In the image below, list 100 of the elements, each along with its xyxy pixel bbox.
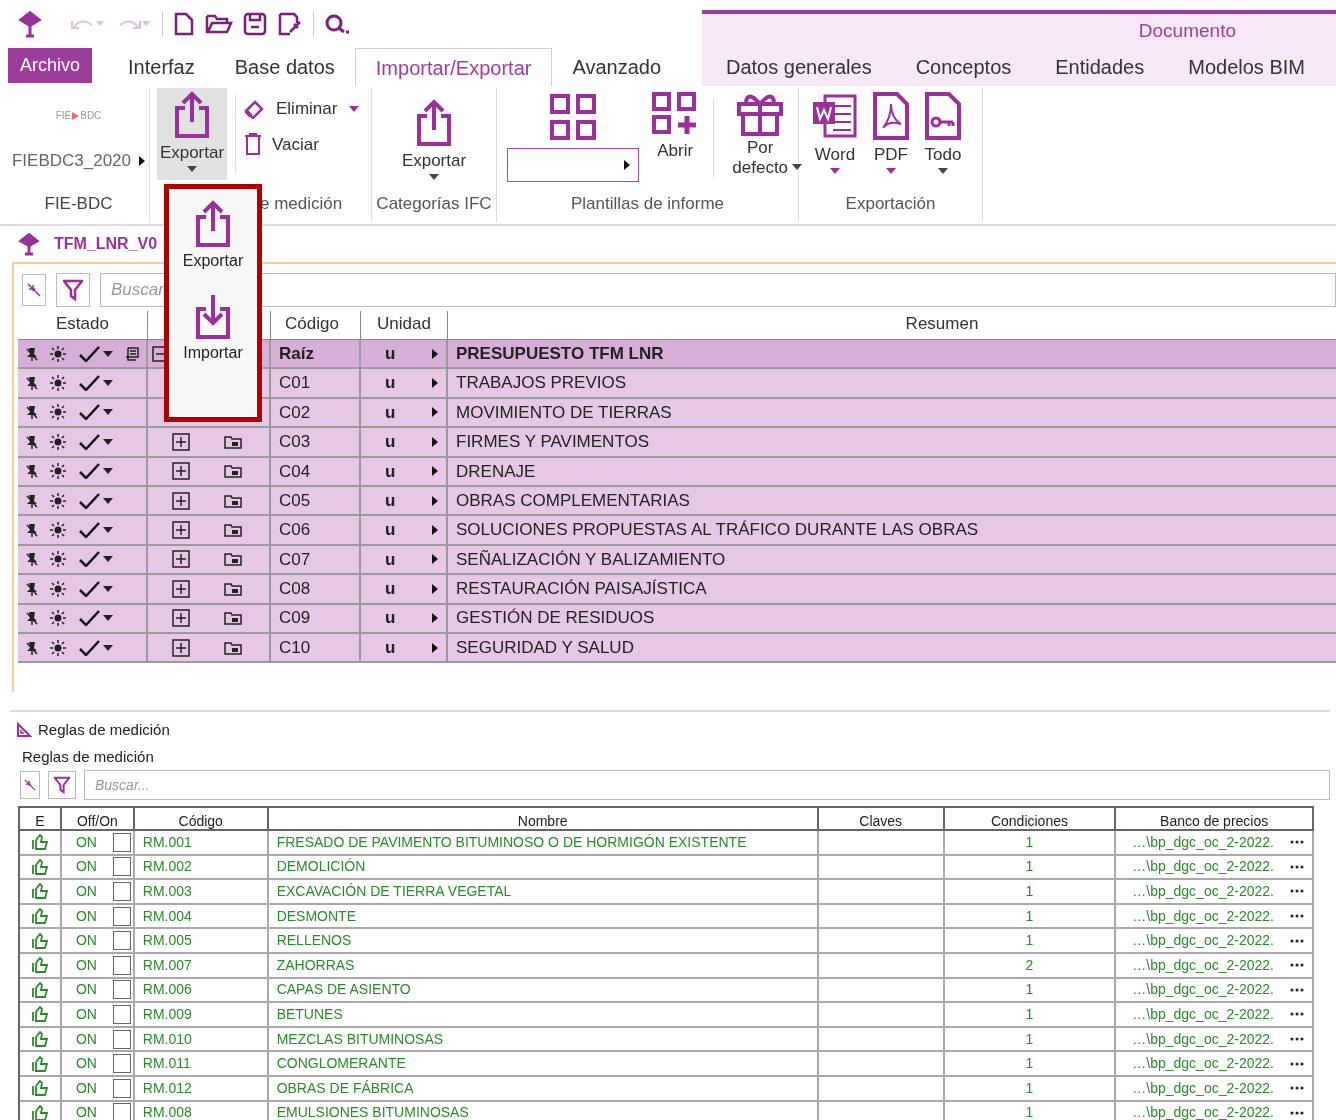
sun-icon — [50, 345, 66, 362]
open-button[interactable]: Abrir — [645, 92, 706, 184]
search-icon[interactable] — [324, 13, 350, 35]
folder-icon — [224, 493, 242, 508]
ribbon-tab[interactable]: Base datos — [214, 48, 355, 86]
more-icon[interactable] — [1290, 1061, 1304, 1066]
checkbox[interactable] — [112, 980, 131, 1000]
ribbon-tab[interactable]: Conceptos — [893, 52, 1034, 82]
export-button[interactable]: Exportar — [157, 88, 227, 180]
expand-icon[interactable] — [172, 638, 190, 657]
ribbon-tab[interactable]: Interfaz — [108, 48, 215, 86]
checkbox[interactable] — [112, 1054, 131, 1074]
thumbs-up-icon — [30, 858, 49, 875]
pin-off-icon — [26, 375, 38, 392]
save-icon[interactable] — [243, 12, 267, 36]
ribbon-tab[interactable]: Datos generales — [704, 52, 894, 82]
table-cell-text: …\bp_dgc_oc_2-2022. — [1132, 906, 1274, 926]
more-icon[interactable] — [1290, 1086, 1304, 1091]
more-icon[interactable] — [1290, 1037, 1304, 1042]
checkbox[interactable] — [112, 832, 131, 852]
search-field[interactable]: Buscar. — [100, 273, 1336, 307]
checkbox[interactable] — [112, 1004, 131, 1024]
ribbon-tab[interactable]: Modelos BIM — [1166, 52, 1327, 82]
search-field[interactable]: Buscar... — [84, 770, 1330, 800]
document-tab[interactable]: TFM_LNR_V0 — [54, 232, 158, 256]
checkbox[interactable] — [112, 906, 131, 926]
more-icon[interactable] — [1290, 987, 1304, 992]
more-icon[interactable] — [1290, 864, 1304, 869]
expand-icon[interactable] — [172, 521, 190, 540]
table-cell-text: FRESADO DE PAVIMENTO BITUMINOSO O DE HORMIGÓN EXISTENTE — [276, 832, 747, 852]
export-format-button[interactable]: PDF — [871, 92, 911, 184]
default-template-button[interactable]: Por defecto — [722, 92, 798, 184]
more-icon[interactable] — [1290, 1110, 1304, 1115]
expand-icon[interactable] — [172, 462, 190, 481]
expand-icon[interactable] — [172, 550, 190, 569]
table-cell-text: 1 — [1025, 832, 1034, 852]
clear-button[interactable]: Vaciar — [244, 131, 360, 157]
table-cell-text: RM.012 — [142, 1078, 192, 1098]
more-icon[interactable] — [1290, 963, 1304, 968]
ribbon-tab[interactable]: Entidades — [1033, 52, 1167, 82]
checkbox[interactable] — [112, 1029, 131, 1049]
more-icon[interactable] — [1290, 840, 1304, 845]
caret-icon — [429, 173, 439, 180]
pin-off-icon — [26, 610, 38, 627]
table-cell-text: RM.008 — [142, 1103, 192, 1120]
checkbox[interactable] — [112, 882, 131, 901]
template-dropdown[interactable] — [507, 148, 639, 182]
table-cell-text: u — [385, 401, 396, 424]
ribbon-tab[interactable]: Archivo — [8, 48, 93, 83]
panel-subtitle: Reglas de medición — [22, 746, 154, 767]
upload-icon — [193, 199, 233, 249]
expand-icon[interactable] — [172, 491, 190, 510]
expand-icon[interactable] — [172, 432, 190, 451]
table-cell-text: u — [385, 489, 396, 512]
caret-icon — [103, 409, 113, 416]
more-icon[interactable] — [1290, 1012, 1304, 1017]
clear-filter-button[interactable] — [22, 274, 46, 306]
export-format-button[interactable]: Todo — [923, 92, 963, 184]
export-button[interactable]: Exportar — [401, 98, 467, 180]
table-cell-text: OBRAS COMPLEMENTARIAS — [456, 489, 690, 512]
new-file-icon[interactable] — [173, 12, 195, 36]
menu-item[interactable]: Exportar — [171, 197, 255, 275]
document-logo-icon — [18, 232, 40, 256]
caret-icon — [349, 105, 360, 112]
table-cell-text: RM.007 — [142, 955, 192, 975]
expand-icon[interactable] — [172, 609, 190, 628]
delete-button[interactable]: Eliminar — [244, 96, 360, 122]
more-icon[interactable] — [1290, 938, 1304, 943]
table-cell-text: ON — [75, 1078, 97, 1098]
more-icon[interactable] — [1290, 914, 1304, 919]
save-as-icon[interactable] — [277, 12, 303, 36]
undo-icon — [70, 17, 106, 31]
ribbon-tab[interactable]: Importar/Exportar — [354, 48, 553, 86]
checkbox[interactable] — [112, 955, 131, 975]
checkbox[interactable] — [112, 857, 131, 877]
checkbox[interactable] — [112, 931, 131, 951]
pin-off-icon — [26, 433, 38, 450]
export-format-button[interactable]: Word — [811, 92, 859, 184]
folder-icon — [224, 523, 242, 538]
checkbox[interactable] — [112, 1078, 131, 1098]
checkbox[interactable] — [112, 1103, 131, 1120]
arrow-right-icon — [432, 466, 438, 477]
checkmark-icon — [78, 492, 100, 509]
table-cell-text: EMULSIONES BITUMINOSAS — [276, 1103, 469, 1120]
folder-open-icon[interactable] — [205, 12, 233, 36]
logo-arrow-icon — [72, 111, 80, 120]
folder-icon — [224, 611, 242, 626]
expand-icon[interactable] — [172, 579, 190, 598]
sun-icon — [50, 639, 66, 656]
table-cell-text: 1 — [1025, 1054, 1034, 1074]
clear-filter-button[interactable] — [20, 771, 40, 799]
caret-icon — [103, 438, 113, 445]
ribbon-tab[interactable]: Avanzado — [552, 48, 681, 86]
more-icon[interactable] — [1290, 889, 1304, 894]
table-cell-text: u — [385, 372, 396, 395]
arrow-right-icon — [432, 642, 438, 653]
format-dropdown[interactable]: FIEBDC3_2020 — [11, 143, 146, 178]
caret-icon — [103, 585, 113, 592]
filter-button[interactable] — [48, 771, 76, 799]
filter-button[interactable] — [56, 273, 90, 307]
